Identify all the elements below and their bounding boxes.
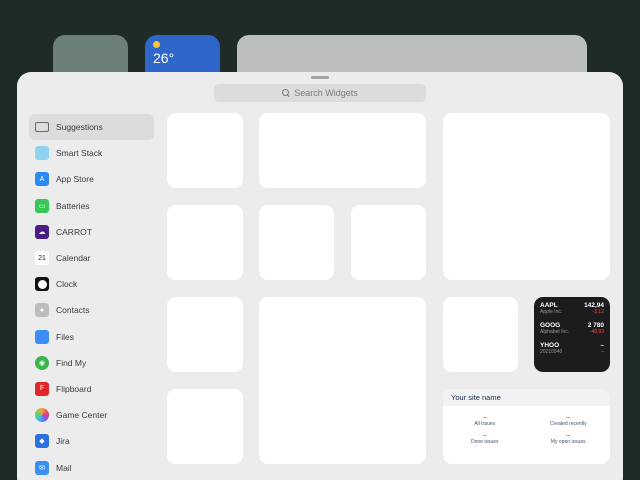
widget-preview-small[interactable] [167, 205, 243, 280]
widget-preview-large[interactable] [259, 297, 426, 464]
flipboard-icon: F [35, 381, 49, 396]
jira-widget[interactable]: Your site name – All issues – Created re… [443, 389, 610, 464]
sidebar-item-label: CARROT [56, 226, 92, 237]
widget-preview-small[interactable] [443, 297, 518, 372]
stock-price: 142,94 [584, 302, 604, 309]
sidebar-item-files[interactable]: Files [29, 324, 154, 350]
widget-preview-small[interactable] [259, 205, 334, 280]
jira-issue-summary: – All issues – Created recently – Done i… [443, 406, 610, 445]
smart-stack-icon [35, 146, 49, 161]
sidebar-item-smart-stack[interactable]: Smart Stack [29, 140, 154, 166]
search-placeholder: Search Widgets [294, 88, 358, 98]
files-icon [35, 329, 49, 344]
find-my-icon: ◉ [35, 355, 49, 370]
jira-label: My open issues [550, 439, 586, 445]
stock-price: 2 780 [587, 322, 604, 329]
game-center-icon [35, 408, 49, 423]
sun-icon [153, 41, 160, 48]
sidebar-item-carrot[interactable]: ☁ CARROT [29, 219, 154, 245]
widget-preview-small[interactable] [167, 113, 243, 188]
jira-cell-all-issues[interactable]: – All issues [443, 415, 527, 427]
sheet-grabber[interactable] [311, 76, 329, 79]
sidebar-item-label: Calendar [56, 253, 91, 264]
stock-change: – [601, 349, 604, 355]
sidebar-item-batteries[interactable]: ▭ Batteries [29, 193, 154, 219]
jira-site-title: Your site name [443, 389, 610, 406]
calendar-icon: 21 [35, 251, 49, 266]
jira-cell-done-issues[interactable]: – Done issues [443, 433, 527, 445]
suggestions-icon [35, 120, 49, 134]
stock-company: Alphabet Inc. [540, 329, 570, 335]
stock-symbol: GOOG [540, 322, 561, 329]
stock-change: -48,93 [589, 329, 604, 335]
sidebar-item-mail[interactable]: ✉ Mail [29, 454, 154, 480]
stock-row: YHOO – [540, 342, 604, 349]
sidebar-item-label: Jira [56, 436, 70, 447]
mail-icon: ✉ [35, 460, 49, 475]
carrot-icon: ☁ [35, 224, 49, 239]
calendar-day: 21 [38, 254, 46, 262]
sidebar-item-label: Smart Stack [56, 148, 103, 159]
app-store-icon: A [35, 172, 49, 187]
sidebar-item-suggestions[interactable]: Suggestions [29, 114, 154, 141]
widget-preview-large[interactable] [443, 113, 610, 280]
widget-app-sidebar: Suggestions Smart Stack A App Store ▭ Ba… [29, 114, 154, 480]
search-widgets-field[interactable]: Search Widgets [214, 84, 426, 102]
sidebar-item-label: Contacts [56, 305, 90, 316]
jira-cell-created-recently[interactable]: – Created recently [527, 415, 611, 427]
sidebar-item-label: Game Center [56, 410, 108, 421]
stock-row: GOOG 2 780 [540, 322, 604, 329]
jira-cell-my-open-issues[interactable]: – My open issues [527, 433, 611, 445]
widget-preview-small[interactable] [167, 389, 243, 464]
sidebar-item-label: Flipboard [56, 383, 92, 394]
stock-symbol: YHOO [540, 342, 560, 349]
sidebar-item-calendar[interactable]: 21 Calendar [29, 245, 154, 271]
sidebar-item-contacts[interactable]: ● Contacts [29, 297, 154, 323]
sidebar-item-find-my[interactable]: ◉ Find My [29, 350, 154, 376]
stock-details: 20210540 – [540, 349, 604, 355]
sidebar-item-jira[interactable]: ◆ Jira [29, 428, 154, 454]
sidebar-item-label: Suggestions [56, 122, 103, 133]
widget-preview-medium[interactable] [259, 113, 426, 188]
weather-temperature: 26° [153, 50, 175, 66]
sidebar-item-label: App Store [56, 174, 94, 185]
jira-label: All issues [474, 421, 496, 427]
stock-price: – [600, 342, 604, 349]
clock-icon [35, 277, 49, 292]
sidebar-item-label: Mail [56, 462, 72, 473]
widget-preview-small[interactable] [167, 297, 243, 372]
jira-label: Created recently [549, 421, 587, 427]
sidebar-item-flipboard[interactable]: F Flipboard [29, 376, 154, 402]
stock-company: Apple Inc. [540, 309, 563, 315]
sidebar-item-app-store[interactable]: A App Store [29, 166, 154, 192]
stock-details: Apple Inc. -3,12 [540, 309, 604, 315]
sidebar-item-game-center[interactable]: Game Center [29, 402, 154, 428]
widget-gallery-sheet: Search Widgets Suggestions Smart Stack A… [17, 72, 623, 480]
sidebar-item-clock[interactable]: Clock [29, 271, 154, 297]
jira-icon: ◆ [35, 434, 49, 449]
sidebar-item-label: Clock [56, 279, 78, 290]
widget-preview-small[interactable] [351, 205, 426, 280]
search-icon [282, 89, 290, 97]
stock-change: -3,12 [592, 309, 604, 315]
jira-label: Done issues [470, 439, 499, 445]
batteries-icon: ▭ [35, 198, 49, 213]
stock-symbol: AAPL [540, 302, 558, 309]
sidebar-item-label: Files [56, 331, 74, 342]
stocks-widget[interactable]: AAPL 142,94 Apple Inc. -3,12 GOOG 2 780 … [534, 297, 610, 372]
stock-row: AAPL 142,94 [540, 302, 604, 309]
contacts-icon: ● [35, 303, 49, 318]
sidebar-item-label: Find My [56, 357, 87, 368]
stock-company: 20210540 [540, 349, 563, 355]
stock-details: Alphabet Inc. -48,93 [540, 329, 604, 335]
sidebar-item-label: Batteries [56, 200, 90, 211]
